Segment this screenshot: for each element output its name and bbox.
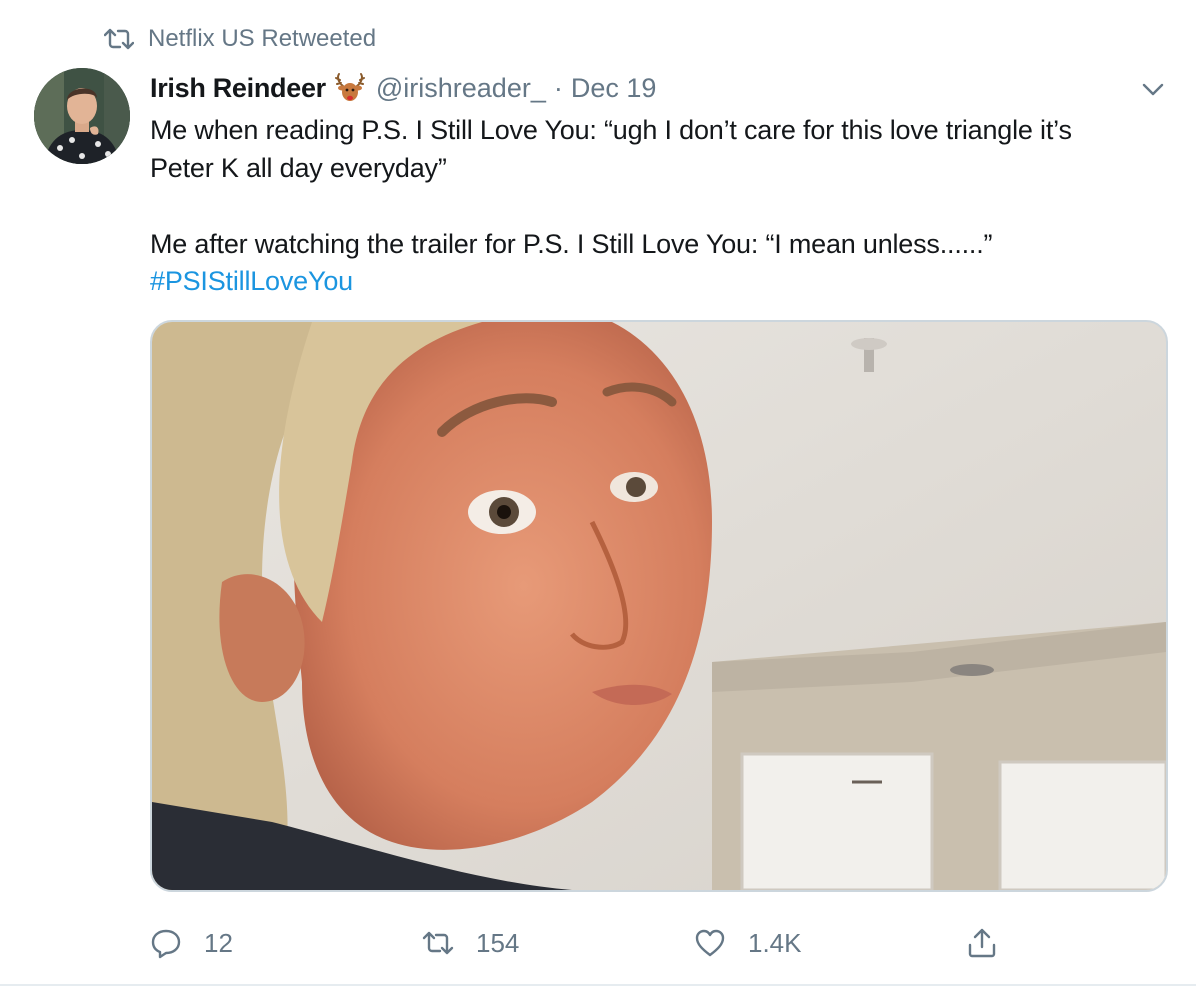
- retweet-banner-text: Netflix US Retweeted: [148, 25, 377, 52]
- tweet-header: Irish Reindeer @irishreader_ · Dec 19: [150, 70, 656, 106]
- media-photo: [152, 322, 1166, 890]
- chevron-down-icon[interactable]: [1138, 74, 1168, 104]
- like-count: 1.4K: [748, 927, 802, 958]
- retweet-count: 154: [476, 927, 520, 958]
- avatar[interactable]: [34, 68, 130, 164]
- retweet-banner[interactable]: Netflix US Retweeted: [104, 24, 376, 54]
- user-handle[interactable]: @irishreader_: [376, 73, 546, 104]
- share-button[interactable]: [966, 920, 1020, 966]
- avatar-image: [34, 68, 130, 164]
- tweet-text-line-3: Me after watching the trailer for P.S. I…: [150, 229, 993, 259]
- reply-button[interactable]: 12: [150, 920, 233, 966]
- tweet-card[interactable]: Netflix US Retweeted Irish Reindeer @iri…: [0, 0, 1196, 986]
- hashtag-link[interactable]: #PSIStillLoveYou: [150, 263, 353, 299]
- retweet-button[interactable]: 154: [422, 920, 519, 966]
- display-name[interactable]: Irish Reindeer: [150, 73, 326, 104]
- reply-count: 12: [204, 927, 233, 958]
- reply-icon: [151, 929, 181, 959]
- retweet-icon: [422, 931, 454, 955]
- tweet-text-line-2: Peter K all day everyday”: [150, 153, 447, 183]
- separator-dot: ·: [553, 72, 563, 103]
- tweet-media-image[interactable]: [150, 320, 1168, 892]
- tweet-date[interactable]: Dec 19: [571, 73, 657, 104]
- retweet-icon: [104, 28, 134, 50]
- share-icon: [968, 928, 996, 958]
- deer-emoji-icon: [334, 73, 365, 101]
- heart-icon: [695, 929, 725, 957]
- like-button[interactable]: 1.4K: [694, 920, 802, 966]
- tweet-actions: 12 154 1.4K: [150, 920, 1010, 966]
- tweet-text-line-1: Me when reading P.S. I Still Love You: “…: [150, 115, 1072, 145]
